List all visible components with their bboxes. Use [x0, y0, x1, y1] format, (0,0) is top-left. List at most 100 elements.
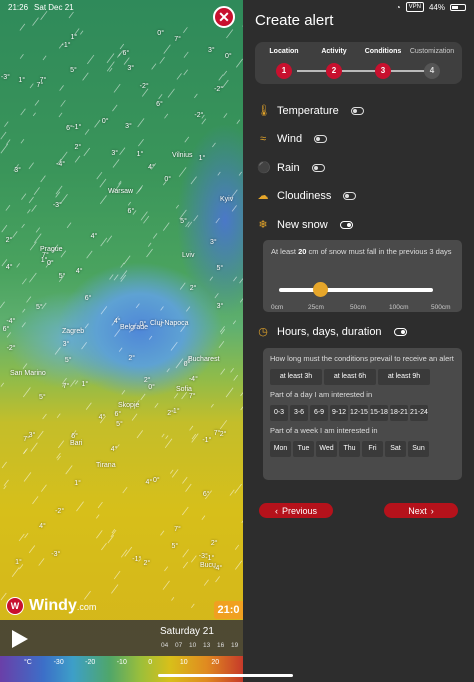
- map-temperature-label: 1°: [70, 33, 78, 41]
- step-number: 2: [326, 63, 342, 79]
- condition-wind[interactable]: ≈ Wind: [257, 133, 328, 145]
- map-temperature-label: 1°: [136, 150, 144, 158]
- map-temperature-label: 2°: [143, 560, 151, 568]
- duration-row[interactable]: ◷ Hours, days, duration: [257, 325, 407, 338]
- step-number: 4: [424, 63, 440, 79]
- rain-toggle[interactable]: [311, 163, 325, 172]
- slider-tick-label: 100cm: [389, 304, 409, 311]
- duration-toggle[interactable]: [393, 327, 407, 336]
- duration-option[interactable]: at least 3h: [270, 369, 322, 385]
- map-temperature-label: -2°: [55, 507, 65, 515]
- map-place-label: Zagreb: [62, 328, 85, 335]
- step-conditions[interactable]: Conditions 3: [357, 48, 409, 79]
- map-temperature-label: 5°: [39, 393, 46, 401]
- condition-label: Rain: [277, 161, 300, 174]
- next-button[interactable]: Next ›: [384, 503, 458, 518]
- day-part-option[interactable]: 9-12: [330, 405, 348, 421]
- map-place-label: Skopje: [118, 402, 140, 409]
- snow-text-prefix: At least: [271, 247, 299, 256]
- week-day-option[interactable]: Thu: [339, 441, 360, 457]
- map-temperature-label: -4°: [188, 375, 198, 383]
- day-part-option[interactable]: 15-18: [370, 405, 388, 421]
- map-temperature-label: 5°: [70, 66, 77, 74]
- snow-slider[interactable]: [279, 282, 433, 297]
- temperature-scale: °C -30 -20 -10 0 10 20: [0, 656, 243, 682]
- condition-label: Cloudiness: [277, 189, 332, 202]
- wind-toggle[interactable]: [314, 135, 328, 143]
- day-parts: 0-3 3-6 6-9 9-12 12-15 15-18 18-21 21-24: [270, 405, 455, 421]
- week-day-option[interactable]: Wed: [316, 441, 337, 457]
- map-temperature-label: 7°: [62, 383, 70, 391]
- step-customization[interactable]: Customization 4: [406, 48, 458, 79]
- condition-new-snow[interactable]: ❄ New snow: [257, 218, 353, 231]
- step-activity[interactable]: Activity 2: [308, 48, 360, 79]
- day-part-option[interactable]: 3-6: [290, 405, 308, 421]
- map-temperature-label: 4°: [145, 479, 153, 487]
- play-icon[interactable]: [12, 630, 28, 648]
- map-temperature-label: 0°: [152, 477, 160, 485]
- map-temperature-label: 1°: [198, 155, 206, 163]
- vpn-badge: VPN: [405, 2, 424, 12]
- week-day-option[interactable]: Sat: [385, 441, 406, 457]
- temperature-toggle[interactable]: [350, 106, 364, 115]
- map-temperature-label: 1°: [81, 381, 89, 389]
- slider-tick-label: 500cm: [431, 304, 451, 311]
- week-day-option[interactable]: Sun: [408, 441, 429, 457]
- map-temperature-label: -1°: [61, 41, 71, 49]
- weather-map[interactable]: Vilnius Warsaw Prague Lviv Cluj-Napoca Buchar…: [0, 0, 243, 682]
- snow-slider-knob[interactable]: [313, 282, 328, 297]
- map-temperature-label: 6°: [2, 325, 10, 333]
- slider-tick-label: 0cm: [271, 304, 284, 311]
- day-part-option[interactable]: 0-3: [270, 405, 288, 421]
- duration-option[interactable]: at least 6h: [324, 369, 376, 385]
- duration-label: Hours, days, duration: [277, 325, 382, 338]
- thermometer-icon: 🌡: [257, 105, 271, 117]
- map-temperature-label: -3°: [51, 551, 61, 559]
- create-alert-panel: Create alert Location 1 Activity 2 Condi…: [243, 0, 474, 682]
- map-temperature-label: 0°: [47, 260, 54, 268]
- step-location[interactable]: Location 1: [258, 48, 310, 79]
- week-day-option[interactable]: Tue: [293, 441, 314, 457]
- week-day-option[interactable]: Fri: [362, 441, 383, 457]
- map-temperature-label: -1°: [132, 556, 142, 564]
- week-day-option[interactable]: Mon: [270, 441, 291, 457]
- step-number: 1: [276, 63, 292, 79]
- condition-label: Temperature: [277, 104, 339, 117]
- status-bar: 21:26 Sat Dec 21 ◔ VPN 44%: [0, 0, 474, 14]
- cloudiness-toggle[interactable]: [343, 191, 357, 200]
- map-temperature-label: 2°: [74, 143, 82, 151]
- week-label: Part of a week I am interested in: [270, 426, 378, 435]
- day-part-option[interactable]: 21-24: [410, 405, 428, 421]
- map-temperature-label: 6°: [122, 49, 130, 57]
- previous-button[interactable]: ‹ Previous: [259, 503, 333, 518]
- duration-question: How long must the conditions prevail to …: [270, 354, 454, 363]
- snowflake-icon: ❄: [258, 219, 268, 231]
- condition-cloudiness[interactable]: ☁ Cloudiness: [257, 189, 357, 202]
- slider-tick-label: 25cm: [308, 304, 324, 311]
- map-place-label: Cluj-Napoca: [150, 320, 189, 327]
- map-temperature-label: 2°: [128, 355, 136, 363]
- day-part-option[interactable]: 12-15: [350, 405, 368, 421]
- day-part-option[interactable]: 18-21: [390, 405, 408, 421]
- condition-rain[interactable]: ⚫ Rain: [257, 161, 325, 174]
- day-part-option[interactable]: 6-9: [310, 405, 328, 421]
- wind-icon: ≈: [259, 133, 267, 145]
- map-temperature-label: 7°: [39, 76, 47, 84]
- map-temperature-label: 4°: [98, 414, 106, 422]
- map-temperature-label: 3°: [210, 238, 217, 246]
- condition-temperature[interactable]: 🌡 Temperature: [257, 104, 364, 117]
- step-label: Activity: [321, 48, 347, 55]
- home-indicator[interactable]: [158, 674, 293, 677]
- timeline-hour: 19: [231, 642, 239, 649]
- new-snow-toggle[interactable]: [339, 220, 353, 229]
- timeline[interactable]: Saturday 21 04071013161922: [0, 620, 243, 656]
- map-temperature-label: -2°: [6, 345, 16, 353]
- map-temperature-label: 0°: [148, 384, 155, 392]
- map-temperature-label: 6°: [66, 124, 73, 132]
- map-temperature-label: -4°: [6, 318, 16, 326]
- scale-value: -10: [116, 659, 127, 666]
- map-temperature-label: 3°: [62, 341, 70, 349]
- windy-logo-icon: W: [6, 597, 24, 615]
- status-time: 21:26: [8, 2, 29, 12]
- duration-option[interactable]: at least 9h: [378, 369, 430, 385]
